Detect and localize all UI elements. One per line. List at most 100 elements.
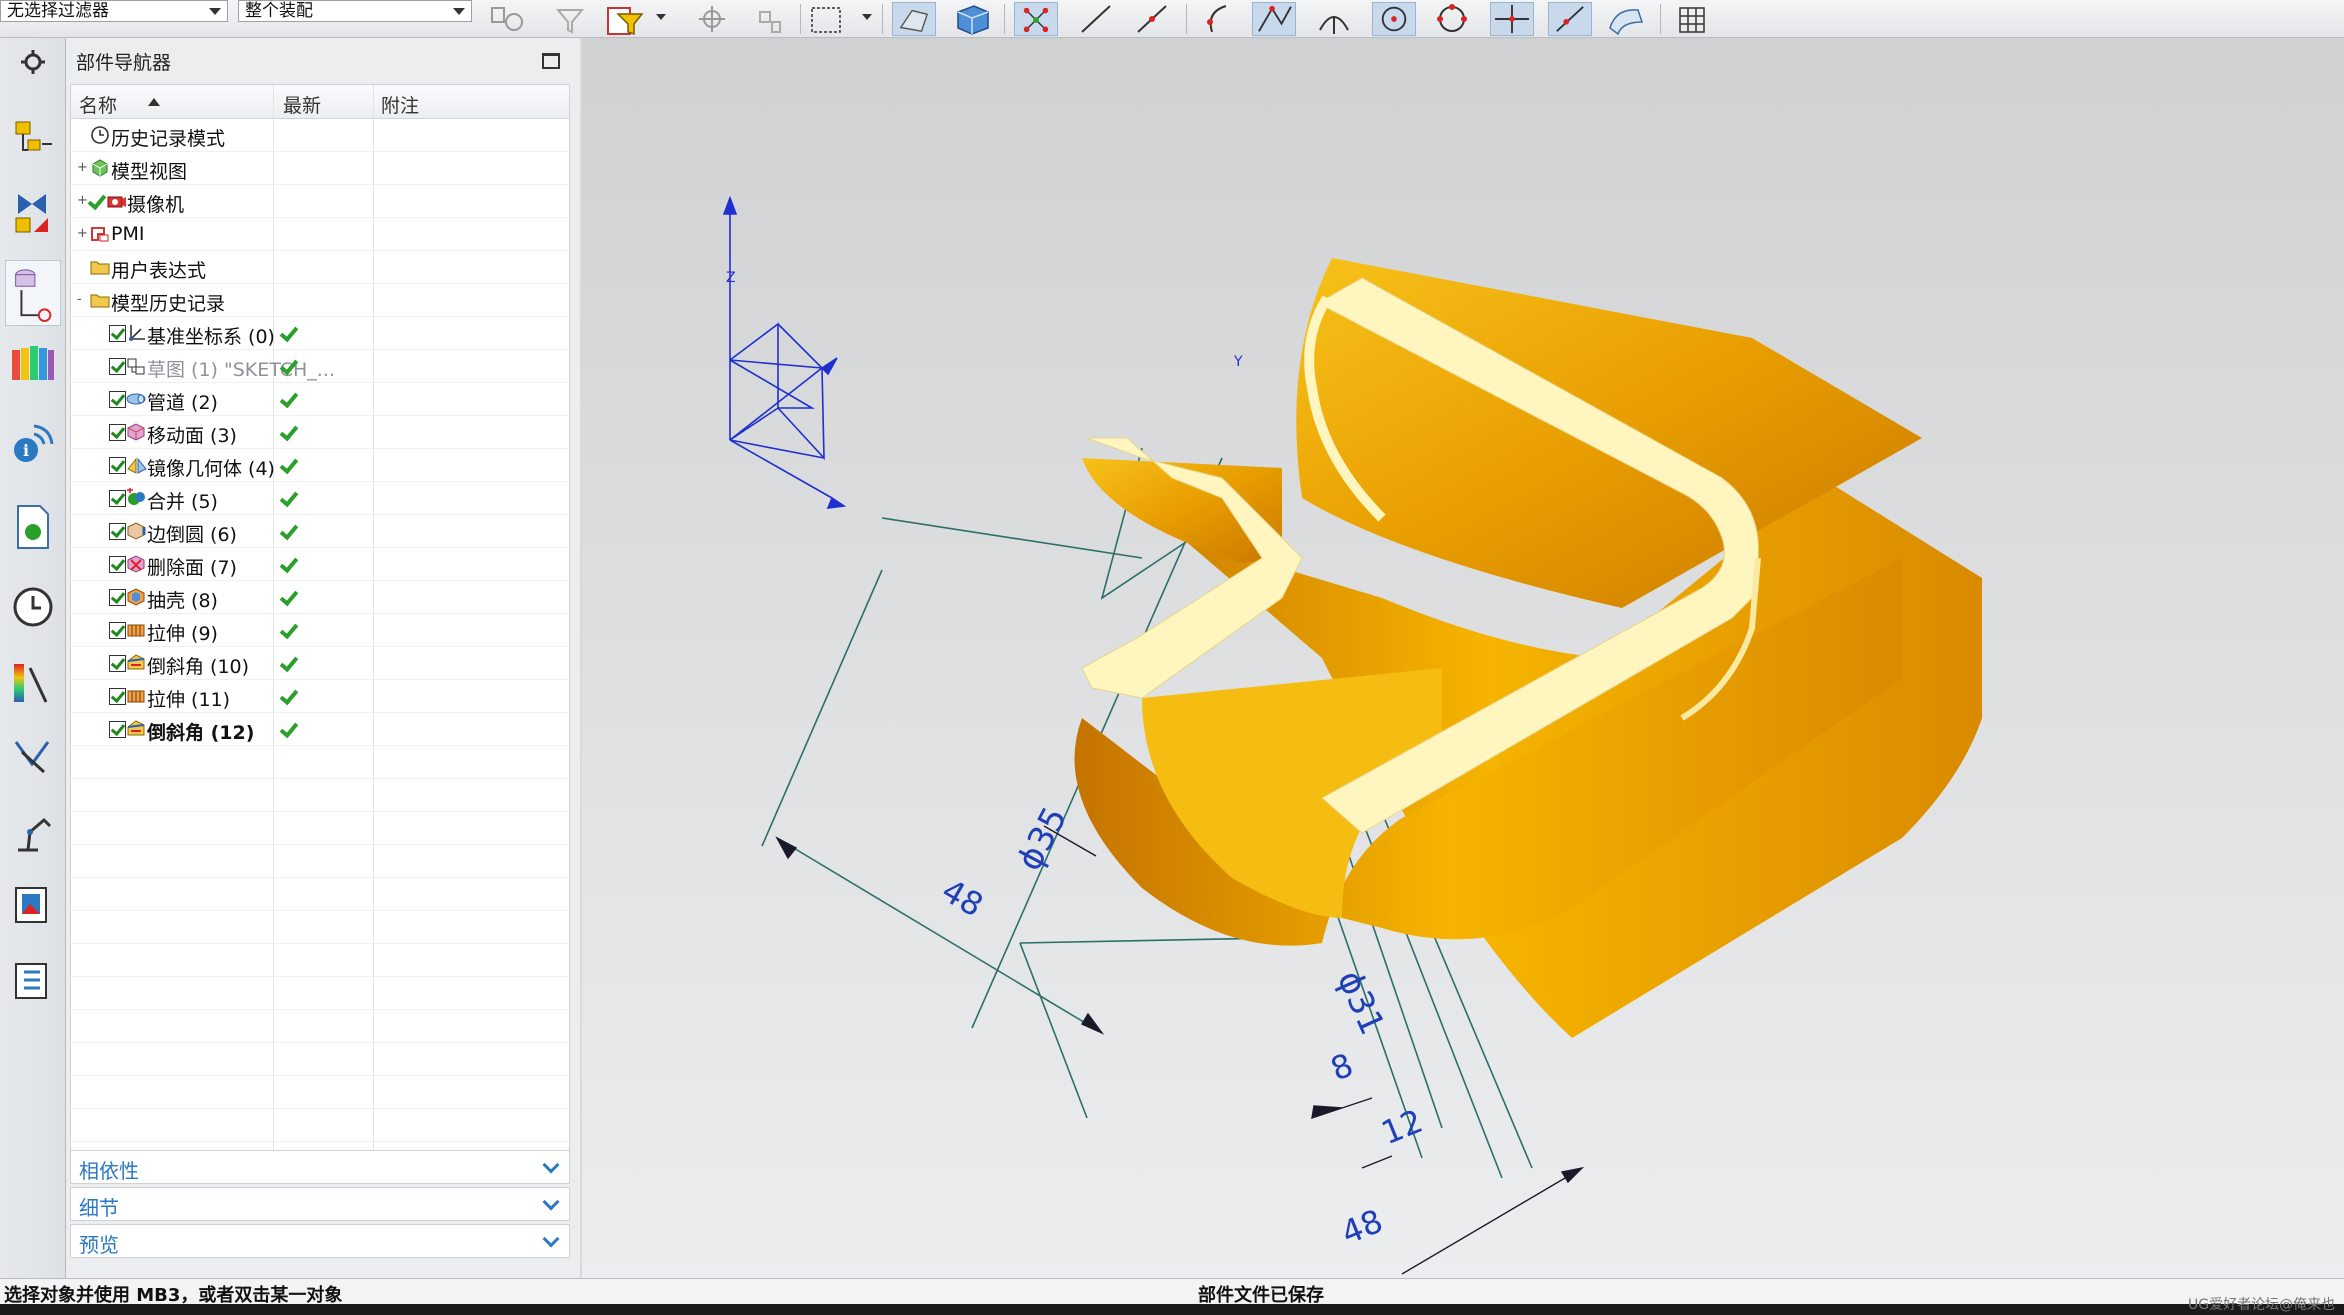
arc-center-icon[interactable] (1312, 2, 1356, 36)
chevron-down-icon[interactable] (542, 1230, 560, 1248)
web-browser-icon[interactable] (8, 880, 58, 930)
feature-row[interactable]: 镜像几何体 (4) (71, 449, 569, 482)
feature-row[interactable]: 草图 (1) "SKETCH_... (71, 350, 569, 383)
robot-arm-icon[interactable] (8, 806, 58, 856)
graphics-window[interactable]: Z Y ϕ35 48 ϕ31 8 12 48 (582, 38, 2344, 1278)
feature-row[interactable]: 倒斜角 (12) (71, 713, 569, 746)
chamfer-icon (125, 653, 147, 673)
snap-point-icon[interactable] (690, 2, 734, 36)
chevron-down-icon[interactable] (453, 8, 465, 15)
preview-section[interactable]: 预览 (70, 1224, 570, 1258)
shaded-view-icon[interactable] (950, 2, 994, 36)
end-point-icon[interactable] (1074, 2, 1118, 36)
info-icon[interactable]: i (8, 418, 58, 468)
column-note-header[interactable]: 附注 (381, 91, 419, 118)
collapse-icon[interactable]: - (77, 293, 86, 306)
feature-row[interactable]: 合并 (5) (71, 482, 569, 515)
chevron-down-icon[interactable] (542, 1193, 560, 1211)
history-list-icon[interactable] (8, 956, 58, 1006)
expand-icon[interactable]: + (77, 227, 88, 240)
chevron-down-icon[interactable] (652, 2, 670, 36)
feature-row[interactable]: 抽壳 (8) (71, 581, 569, 614)
feature-label: 倒斜角 (10) (147, 656, 250, 678)
reuse-library-icon[interactable] (8, 338, 58, 388)
part-navigator-icon[interactable] (5, 260, 61, 326)
selection-scope-combo[interactable]: 整个装配 (238, 0, 472, 22)
feature-label: 拉伸 (9) (147, 623, 218, 645)
gear-icon[interactable] (8, 44, 58, 80)
feature-checkbox[interactable] (109, 622, 126, 639)
shaded-wireframe-icon[interactable] (892, 2, 936, 36)
model-canvas[interactable]: Z Y ϕ35 48 ϕ31 8 12 48 (582, 38, 2344, 1278)
point-on-curve-icon[interactable] (1490, 2, 1534, 36)
chevron-down-icon[interactable] (542, 1156, 560, 1174)
assembly-filter-icon[interactable] (484, 2, 528, 36)
feature-row[interactable]: 边倒圆 (6) (71, 515, 569, 548)
model-views-icon (89, 158, 111, 178)
column-name-header[interactable]: 名称 (79, 91, 117, 118)
tree-node[interactable]: + PMI (71, 218, 569, 251)
column-latest-header[interactable]: 最新 (283, 91, 321, 118)
feature-checkbox[interactable] (109, 721, 126, 738)
feature-row[interactable]: 移动面 (3) (71, 416, 569, 449)
feature-row[interactable]: 拉伸 (11) (71, 680, 569, 713)
shell-icon (125, 587, 147, 607)
grid-icon[interactable] (1670, 2, 1714, 36)
sort-ascending-icon[interactable] (147, 97, 161, 107)
tree-node[interactable]: + 模型视图 (71, 152, 569, 185)
feature-checkbox[interactable] (109, 556, 126, 573)
quadrant-point-icon[interactable] (1430, 2, 1474, 36)
feature-checkbox[interactable] (109, 358, 126, 375)
expand-icon[interactable]: + (77, 194, 88, 207)
feature-checkbox[interactable] (109, 688, 126, 705)
camera-icon (105, 191, 127, 211)
process-studio-icon[interactable] (8, 732, 58, 782)
tree-node[interactable]: 历史记录模式 (71, 119, 569, 152)
folder-icon (89, 257, 111, 277)
surface-icon[interactable] (1604, 2, 1648, 36)
feature-checkbox[interactable] (109, 391, 126, 408)
feature-checkbox[interactable] (109, 523, 126, 540)
clock-icon[interactable] (8, 582, 58, 632)
feature-row[interactable]: 管道 (2) (71, 383, 569, 416)
mid-point-icon[interactable] (1130, 2, 1174, 36)
feature-row[interactable]: 基准坐标系 (0) (71, 317, 569, 350)
selection-scope-value: 整个装配 (245, 1, 313, 21)
chevron-down-icon[interactable] (209, 8, 221, 15)
intersection-point-icon[interactable] (1252, 2, 1296, 36)
details-section[interactable]: 细节 (70, 1187, 570, 1221)
feature-checkbox[interactable] (109, 325, 126, 342)
feature-checkbox[interactable] (109, 655, 126, 672)
color-palette-icon[interactable] (8, 658, 58, 708)
chevron-down-icon[interactable] (858, 2, 876, 36)
tree-node[interactable]: 用户表达式 (71, 251, 569, 284)
snap-points-icon[interactable] (1014, 2, 1058, 36)
type-filter-icon[interactable] (552, 2, 596, 36)
feature-row[interactable]: 拉伸 (9) (71, 614, 569, 647)
elbow-part-model[interactable] (1074, 258, 1983, 1038)
feature-checkbox[interactable] (109, 457, 126, 474)
feature-checkbox[interactable] (109, 424, 126, 441)
circle-center-icon[interactable] (1372, 2, 1416, 36)
document-icon[interactable] (8, 502, 58, 552)
top-toolbar: 无选择过滤器 整个装配 (0, 0, 2344, 38)
feature-row[interactable]: 倒斜角 (10) (71, 647, 569, 680)
check-icon (87, 191, 107, 211)
control-point-icon[interactable] (1196, 2, 1240, 36)
expand-icon[interactable]: + (77, 161, 88, 174)
rectangle-select-icon[interactable] (806, 2, 850, 36)
feature-checkbox[interactable] (109, 490, 126, 507)
assembly-navigator-icon[interactable] (8, 114, 58, 164)
feature-checkbox[interactable] (109, 589, 126, 606)
maximize-icon[interactable] (542, 53, 560, 69)
tree-node[interactable]: - 模型历史记录 (71, 284, 569, 317)
selection-filter-combo[interactable]: 无选择过滤器 (0, 0, 228, 22)
dimension-48-left: 48 (935, 871, 989, 924)
dependency-section[interactable]: 相依性 (70, 1150, 570, 1184)
point-on-surface-icon[interactable] (1548, 2, 1592, 36)
tree-node[interactable]: + 摄像机 (71, 185, 569, 218)
select-filter-icon[interactable] (604, 2, 648, 36)
constraint-navigator-icon[interactable] (8, 188, 58, 238)
feature-row[interactable]: 删除面 (7) (71, 548, 569, 581)
move-component-icon[interactable] (748, 2, 792, 36)
